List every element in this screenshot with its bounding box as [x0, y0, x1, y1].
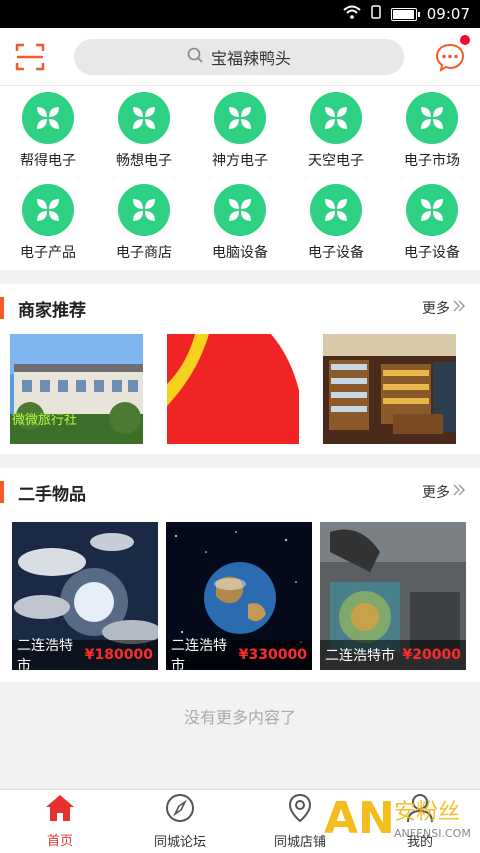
category-item[interactable]: 电子设备 [288, 184, 384, 262]
no-more-content: 没有更多内容了 [183, 708, 296, 727]
scan-icon[interactable] [14, 41, 46, 73]
category-item[interactable]: 畅想电子 [96, 92, 192, 170]
category-label: 神方电子 [212, 153, 268, 169]
leaf-icon [310, 92, 362, 144]
message-icon[interactable] [434, 34, 470, 73]
sim-icon [371, 5, 381, 23]
status-time: 09:07 [426, 5, 470, 23]
tab-label: 首页 [46, 834, 73, 849]
section-title: 二手物品 [18, 484, 86, 505]
merchant-card[interactable] [166, 334, 300, 444]
site-watermark-logo: AN 安粉丝 ANFENSI.COM [324, 791, 474, 845]
category-item[interactable]: 电子产品 [0, 184, 96, 262]
tab-home[interactable]: 首页 [0, 790, 120, 853]
item-price: ¥330000 [238, 647, 307, 663]
category-item[interactable]: 电子商店 [96, 184, 192, 262]
merchant-card[interactable] [323, 334, 457, 444]
secondhand-section: 二手物品 更多 二连浩特市 ¥180000 二连浩特市 ¥330000 二连浩特… [0, 468, 480, 682]
watermark-site: ANFENSI.COM [394, 827, 471, 840]
leaf-icon [406, 184, 458, 236]
search-icon [187, 47, 203, 67]
secondhand-section-header: 二手物品 更多 [0, 468, 480, 516]
secondhand-card[interactable]: 二连浩特市 ¥20000 [320, 522, 466, 670]
search-text: 宝福辣鸭头 [210, 48, 291, 68]
merchant-card[interactable]: 微微旅行社 [10, 334, 143, 444]
bottom-tab-bar: 首页 同城论坛 同城店铺 我的 AN 安粉丝 ANFENSI.COM [0, 789, 480, 853]
battery-icon [390, 7, 420, 21]
category-label: 畅想电子 [116, 153, 172, 169]
item-price: ¥180000 [84, 647, 153, 663]
category-item[interactable]: 电子设备 [384, 184, 480, 262]
leaf-icon [310, 184, 362, 236]
merchant-image [166, 334, 300, 444]
category-label: 电子设备 [308, 245, 364, 261]
merchant-section-header: 商家推荐 更多 [0, 284, 480, 332]
leaf-icon [406, 92, 458, 144]
secondhand-list: 二连浩特市 ¥180000 二连浩特市 ¥330000 二连浩特市 ¥20000 [0, 516, 480, 682]
item-overlay: 二连浩特市 ¥330000 [166, 638, 312, 670]
merchant-image [323, 334, 457, 444]
more-link[interactable]: 更多 [422, 298, 466, 318]
section-accent-bar [0, 481, 4, 503]
tab-forum[interactable]: 同城论坛 [120, 790, 240, 853]
category-label: 电脑设备 [212, 245, 268, 261]
category-label: 电子产品 [20, 245, 76, 261]
leaf-icon [214, 184, 266, 236]
section-accent-bar [0, 297, 4, 319]
merchant-list: 微微旅行社 [0, 332, 480, 454]
category-grid: 帮得电子 畅想电子 神方电子 天空电子 电子市场 电子产品 电子商店 电脑设备 … [0, 86, 480, 270]
leaf-icon [118, 92, 170, 144]
more-label: 更多 [422, 301, 450, 317]
category-label: 电子商店 [116, 245, 172, 261]
category-label: 电子市场 [404, 153, 460, 169]
tab-label: 同城店铺 [273, 835, 326, 850]
more-link[interactable]: 更多 [422, 482, 466, 502]
tab-label: 同城论坛 [153, 835, 206, 850]
item-overlay: 二连浩特市 ¥20000 [320, 640, 466, 670]
category-label: 电子设备 [404, 245, 460, 261]
more-label: 更多 [422, 485, 450, 501]
leaf-icon [214, 92, 266, 144]
category-item[interactable]: 电子市场 [384, 92, 480, 170]
merchant-section: 商家推荐 更多 微微旅行社 [0, 284, 480, 454]
item-city: 二连浩特市 [171, 638, 227, 670]
category-item[interactable]: 帮得电子 [0, 92, 96, 170]
category-label: 天空电子 [308, 153, 364, 169]
location-icon [285, 793, 315, 827]
merchant-caption: 微微旅行社 [12, 413, 78, 428]
section-title: 商家推荐 [18, 300, 86, 321]
double-chevron-right-icon [452, 483, 466, 501]
item-overlay: 二连浩特市 ¥180000 [12, 638, 158, 670]
wifi-icon [343, 5, 361, 23]
category-item[interactable]: 天空电子 [288, 92, 384, 170]
leaf-icon [118, 184, 170, 236]
top-header: 宝福辣鸭头 [0, 28, 480, 86]
secondhand-card[interactable]: 二连浩特市 ¥180000 [12, 522, 158, 670]
notification-badge [460, 34, 470, 45]
watermark-letters: AN [324, 793, 395, 844]
item-city: 二连浩特市 [17, 638, 73, 670]
compass-icon [165, 793, 195, 827]
category-item[interactable]: 神方电子 [192, 92, 288, 170]
item-city: 二连浩特市 [325, 648, 395, 664]
leaf-icon [22, 92, 74, 144]
category-item[interactable]: 电脑设备 [192, 184, 288, 262]
search-bar[interactable]: 宝福辣鸭头 [74, 38, 404, 75]
double-chevron-right-icon [452, 299, 466, 317]
status-bar: 09:07 [0, 0, 480, 28]
secondhand-card[interactable]: 二连浩特市 ¥330000 [166, 522, 312, 670]
category-label: 帮得电子 [20, 153, 76, 169]
leaf-icon [22, 184, 74, 236]
watermark-brand: 安粉丝 [394, 800, 460, 825]
home-icon [45, 794, 75, 826]
item-price: ¥20000 [402, 647, 461, 663]
